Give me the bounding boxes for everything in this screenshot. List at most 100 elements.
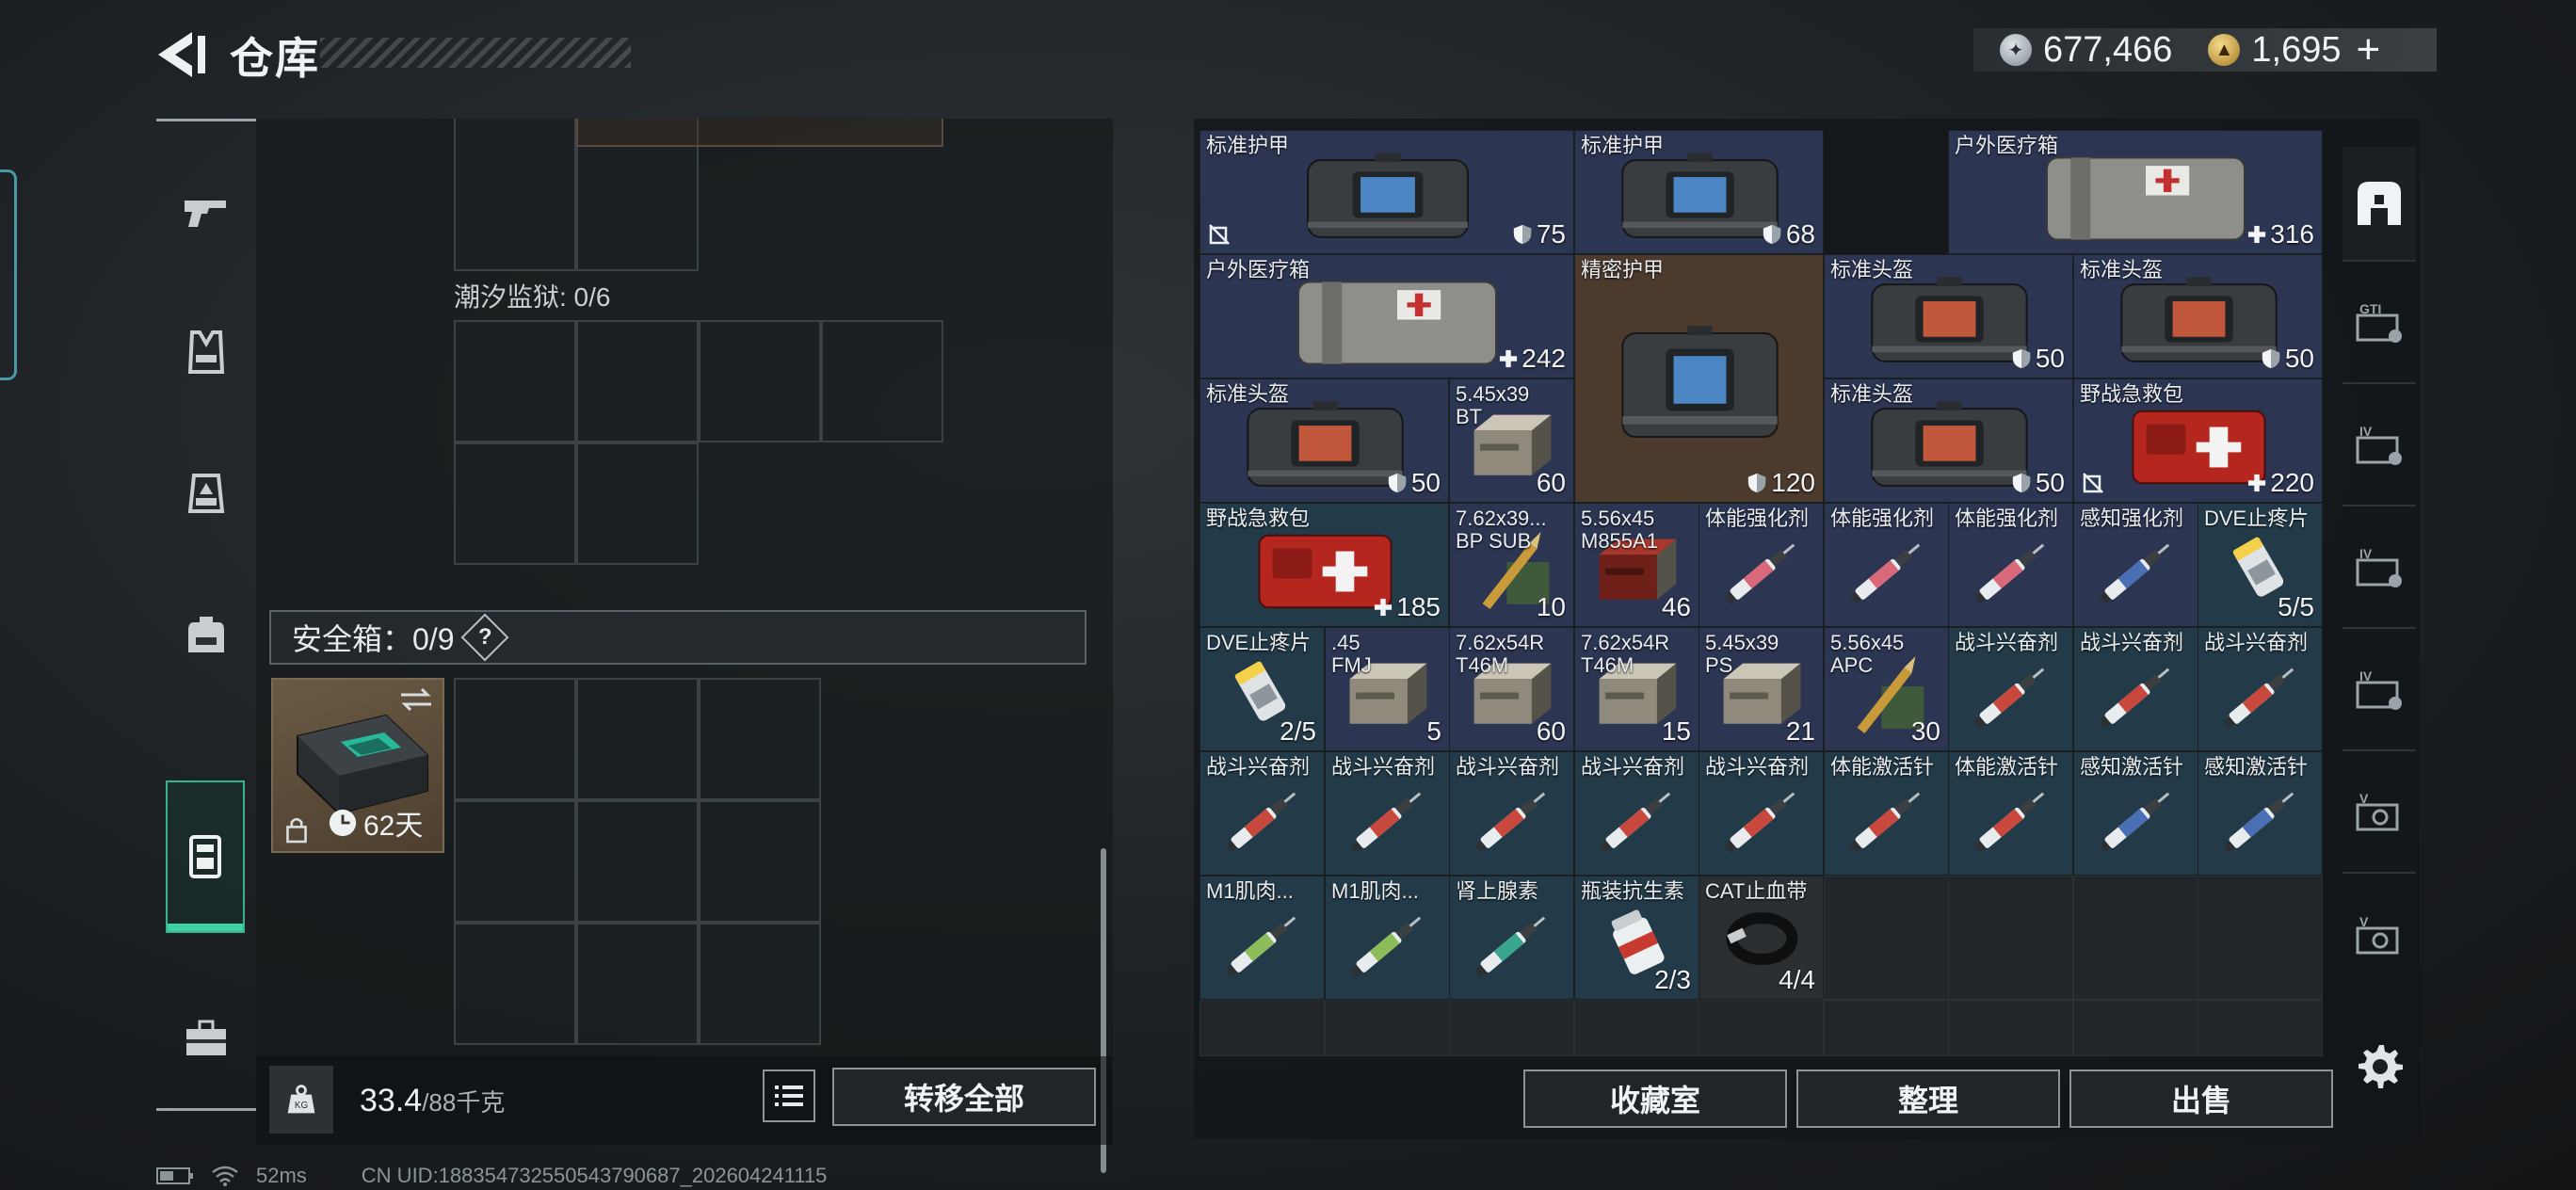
- nav-safebox[interactable]: [166, 780, 245, 933]
- empty-slot[interactable]: [1449, 1000, 1574, 1056]
- grid-cell[interactable]: [454, 119, 576, 271]
- stash-item[interactable]: DVE止疼片 5/5: [2198, 503, 2323, 627]
- stash-item[interactable]: 7.62x54R T46M 15: [1574, 627, 1699, 751]
- nav-armor[interactable]: [156, 281, 256, 423]
- stash-item[interactable]: 标准头盔 50: [1824, 254, 2073, 378]
- organize-button[interactable]: 整理: [1796, 1069, 2060, 1128]
- stash-item[interactable]: 体能强化剂: [1699, 503, 1824, 627]
- stash-item[interactable]: 精密护甲 120: [1574, 254, 1824, 503]
- grid-cell[interactable]: [699, 923, 821, 1045]
- empty-slot[interactable]: [2198, 876, 2323, 1000]
- grid-cell[interactable]: [454, 320, 576, 442]
- filter-iv-3[interactable]: IV: [2343, 636, 2416, 751]
- stash-item[interactable]: 标准护甲 68: [1574, 130, 1824, 254]
- stash-item[interactable]: 5.45x39 BT 60: [1449, 378, 1574, 503]
- back-button[interactable]: [151, 28, 211, 81]
- stash-item[interactable]: 5.56x45 APC 30: [1824, 627, 1949, 751]
- stash-item[interactable]: CAT止血带 4/4: [1699, 876, 1824, 1000]
- empty-slot[interactable]: [1199, 1000, 1325, 1056]
- partial-item-slot[interactable]: [576, 119, 943, 147]
- safebox-item[interactable]: 62天: [271, 678, 444, 853]
- nav-weapon[interactable]: [156, 140, 256, 281]
- stash-item[interactable]: M1肌肉...: [1325, 876, 1450, 1000]
- empty-slot[interactable]: [2073, 1000, 2198, 1056]
- item-name: 战斗兴奋剂: [2080, 631, 2184, 654]
- stash-item[interactable]: 户外医疗箱 316: [1948, 130, 2323, 254]
- filter-all[interactable]: [2343, 147, 2416, 262]
- stash-item[interactable]: 野战急救包 185: [1199, 503, 1449, 627]
- filter-iv-2[interactable]: IV: [2343, 514, 2416, 629]
- stash-item[interactable]: .45 FMJ 5: [1325, 627, 1450, 751]
- transfer-all-button[interactable]: 转移全部: [832, 1068, 1096, 1126]
- grid-cell[interactable]: [699, 320, 821, 442]
- stash-item[interactable]: 战斗兴奋剂: [1948, 627, 2073, 751]
- empty-slot[interactable]: [1824, 876, 1949, 1000]
- stash-item[interactable]: 体能强化剂: [1824, 503, 1949, 627]
- empty-slot[interactable]: [1699, 1000, 1824, 1056]
- swap-icon[interactable]: [397, 685, 435, 714]
- stash-item[interactable]: 战斗兴奋剂: [2198, 627, 2323, 751]
- grid-cell[interactable]: [821, 320, 943, 442]
- stash-item[interactable]: 野战急救包 220: [2073, 378, 2323, 503]
- grid-cell[interactable]: [454, 800, 576, 923]
- stash-item[interactable]: 标准头盔 50: [1199, 378, 1449, 503]
- item-name: 标准头盔: [1830, 258, 1914, 281]
- stash-item[interactable]: 5.45x39 PS 21: [1699, 627, 1824, 751]
- sell-button[interactable]: 出售: [2069, 1069, 2333, 1128]
- grid-cell[interactable]: [454, 678, 576, 800]
- stash-item[interactable]: 感知强化剂: [2073, 503, 2198, 627]
- stash-item[interactable]: 体能激活针: [1824, 751, 1949, 876]
- stash-item[interactable]: 战斗兴奋剂: [2073, 627, 2198, 751]
- stash-item[interactable]: DVE止疼片 2/5: [1199, 627, 1325, 751]
- add-currency-button[interactable]: +: [2356, 26, 2380, 73]
- stash-item[interactable]: M1肌肉...: [1199, 876, 1325, 1000]
- grid-cell[interactable]: [699, 678, 821, 800]
- stash-item[interactable]: 体能强化剂: [1948, 503, 2073, 627]
- stash-item[interactable]: 标准护甲 75: [1199, 130, 1574, 254]
- stash-item[interactable]: 5.56x45 M855A1 46: [1574, 503, 1699, 627]
- filter-iv-1[interactable]: IV: [2343, 392, 2416, 507]
- grid-cell[interactable]: [576, 678, 699, 800]
- stash-item[interactable]: 7.62x54R T46M 60: [1449, 627, 1574, 751]
- empty-slot[interactable]: [1574, 1000, 1699, 1056]
- stash-item[interactable]: 战斗兴奋剂: [1699, 751, 1824, 876]
- stash-item[interactable]: 战斗兴奋剂: [1325, 751, 1450, 876]
- stash-item[interactable]: 标准头盔 50: [1824, 378, 2073, 503]
- empty-slot[interactable]: [1948, 1000, 2073, 1056]
- empty-slot[interactable]: [2073, 876, 2198, 1000]
- empty-slot[interactable]: [1325, 1000, 1450, 1056]
- stash-item[interactable]: 肾上腺素: [1449, 876, 1574, 1000]
- stash-item[interactable]: 感知激活针: [2073, 751, 2198, 876]
- grid-cell[interactable]: [454, 442, 576, 565]
- stash-item[interactable]: 战斗兴奋剂: [1574, 751, 1699, 876]
- collection-room-button[interactable]: 收藏室: [1523, 1069, 1787, 1128]
- nav-backpack[interactable]: [156, 564, 256, 705]
- stash-item[interactable]: 户外医疗箱 242: [1199, 254, 1574, 378]
- side-drawer-handle[interactable]: [0, 169, 17, 380]
- stash-item[interactable]: 标准头盔 50: [2073, 254, 2323, 378]
- list-view-button[interactable]: [763, 1069, 815, 1122]
- grid-cell[interactable]: [576, 923, 699, 1045]
- stash-item[interactable]: 体能激活针: [1948, 751, 2073, 876]
- grid-cell[interactable]: [576, 442, 699, 565]
- item-count: 68: [1762, 219, 1815, 249]
- empty-slot[interactable]: [1948, 876, 2073, 1000]
- grid-cell[interactable]: [576, 320, 699, 442]
- nav-chest-rig[interactable]: [156, 423, 256, 564]
- grid-cell[interactable]: [699, 800, 821, 923]
- empty-slot[interactable]: [1824, 1000, 1949, 1056]
- help-button[interactable]: ?: [460, 613, 508, 662]
- filter-v-2[interactable]: V: [2343, 881, 2416, 996]
- stash-item[interactable]: 战斗兴奋剂: [1199, 751, 1325, 876]
- filter-gti[interactable]: GTI: [2343, 269, 2416, 384]
- stash-item[interactable]: 感知激活针: [2198, 751, 2323, 876]
- stash-item[interactable]: 7.62x39... BP SUB 10: [1449, 503, 1574, 627]
- stash-item[interactable]: 瓶装抗生素 2/3: [1574, 876, 1699, 1000]
- grid-cell[interactable]: [576, 800, 699, 923]
- nav-toolbox[interactable]: [156, 969, 256, 1110]
- stash-item[interactable]: 战斗兴奋剂: [1449, 751, 1574, 876]
- grid-cell[interactable]: [454, 923, 576, 1045]
- filter-v-1[interactable]: V: [2343, 759, 2416, 874]
- empty-slot[interactable]: [2198, 1000, 2323, 1056]
- settings-button[interactable]: [2354, 1041, 2405, 1092]
